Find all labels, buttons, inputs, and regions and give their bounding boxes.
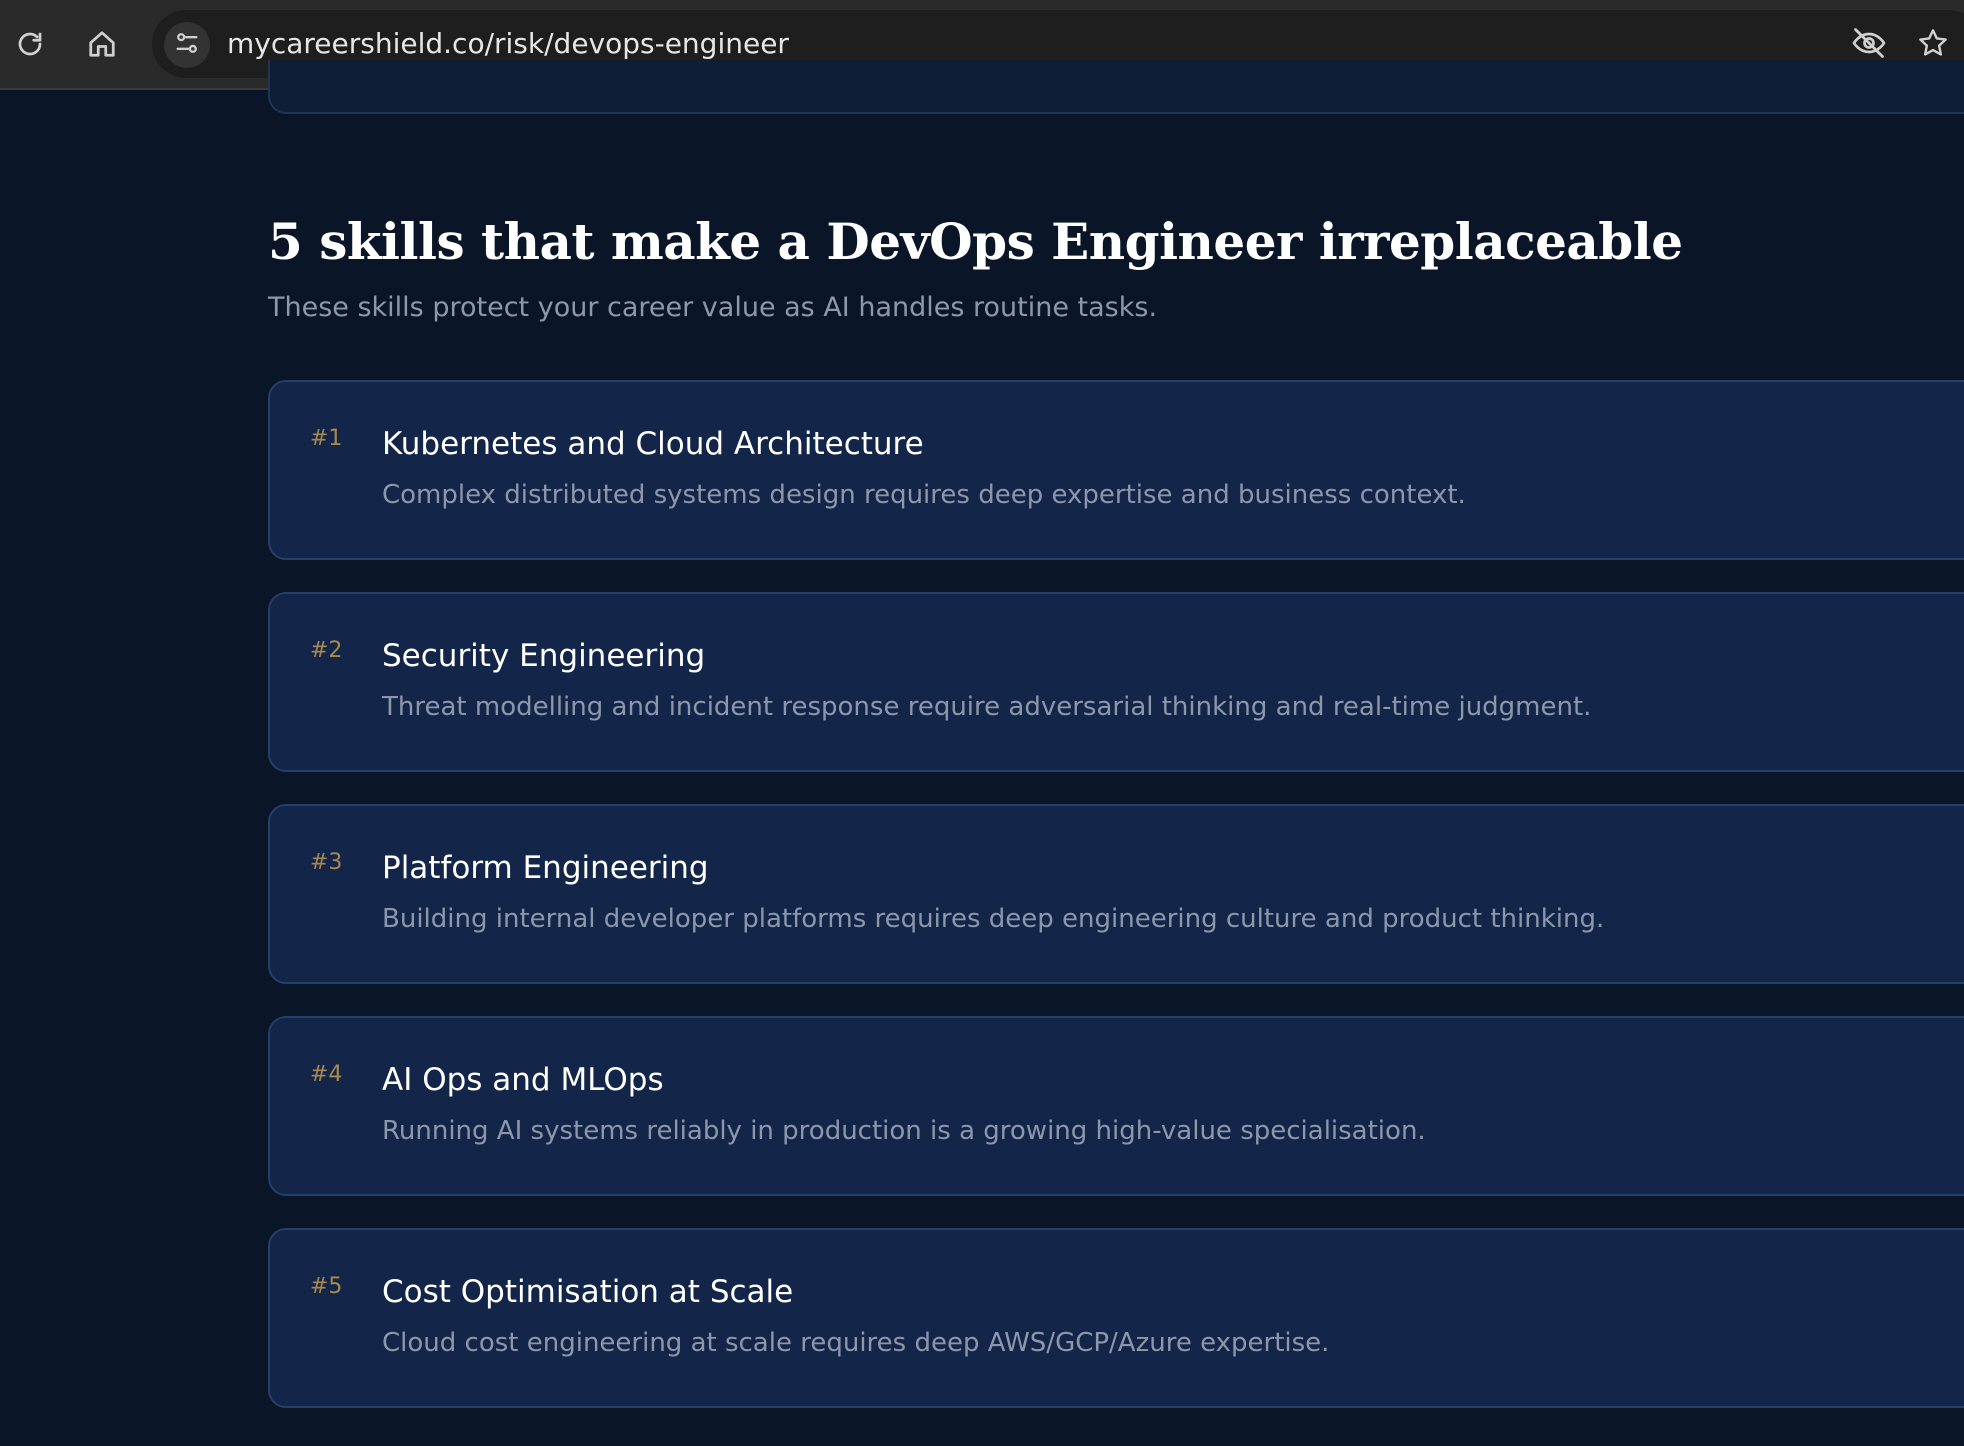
skill-rank: #2 — [310, 638, 343, 663]
skill-description: Cloud cost engineering at scale requires… — [382, 1328, 1330, 1358]
skill-card: #3 Platform Engineering Building interna… — [268, 804, 1964, 984]
skill-title: AI Ops and MLOps — [382, 1062, 664, 1098]
skill-description: Building internal developer platforms re… — [382, 904, 1605, 934]
skill-card: #1 Kubernetes and Cloud Architecture Com… — [268, 380, 1964, 560]
skill-title: Security Engineering — [382, 638, 706, 674]
skill-rank: #5 — [310, 1274, 343, 1299]
home-button[interactable] — [80, 22, 124, 66]
site-settings-icon — [173, 29, 201, 61]
skill-title: Cost Optimisation at Scale — [382, 1274, 794, 1310]
site-info-button[interactable] — [164, 22, 210, 68]
skill-title: Platform Engineering — [382, 850, 709, 886]
skill-title: Kubernetes and Cloud Architecture — [382, 426, 924, 462]
star-icon — [1917, 27, 1949, 63]
skill-card: #2 Security Engineering Threat modelling… — [268, 592, 1964, 772]
skill-card: #5 Cost Optimisation at Scale Cloud cost… — [268, 1228, 1964, 1408]
skill-description: Threat modelling and incident response r… — [382, 692, 1592, 722]
section-title: 5 skills that make a DevOps Engineer irr… — [268, 212, 1683, 271]
skill-rank: #4 — [310, 1062, 343, 1087]
reload-button[interactable] — [8, 22, 52, 66]
skill-description: Complex distributed systems design requi… — [382, 480, 1466, 510]
section-subtitle: These skills protect your career value a… — [268, 292, 1158, 323]
eye-off-icon — [1851, 25, 1887, 65]
skill-card: #4 AI Ops and MLOps Running AI systems r… — [268, 1016, 1964, 1196]
previous-card-edge — [268, 60, 1964, 114]
skill-rank: #1 — [310, 426, 343, 451]
skill-description: Running AI systems reliably in productio… — [382, 1116, 1426, 1146]
home-icon — [87, 29, 117, 59]
reload-icon — [15, 29, 45, 59]
skill-rank: #3 — [310, 850, 343, 875]
